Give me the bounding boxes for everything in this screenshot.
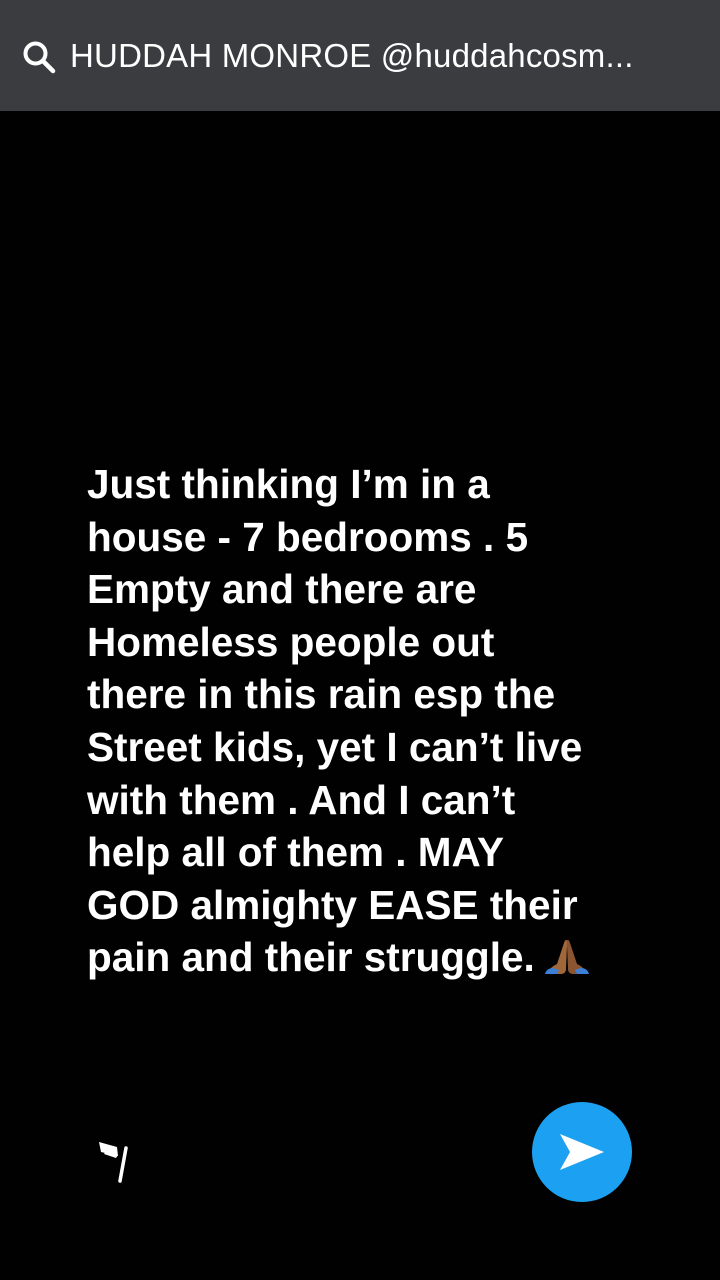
caption-line: Empty and there are: [87, 566, 477, 613]
send-button[interactable]: [532, 1102, 632, 1202]
search-title[interactable]: HUDDAH MONROE @huddahcosm...: [70, 36, 700, 76]
story-screen: HUDDAH MONROE @huddahcosm... Just thinki…: [0, 0, 720, 1280]
folded-hands-emoji-icon: [543, 935, 591, 975]
caption-last-line: pain and their struggle.: [87, 931, 667, 984]
search-icon[interactable]: [22, 40, 56, 74]
caption-line: pain and their struggle.: [87, 934, 535, 981]
send-arrow-icon: [556, 1130, 608, 1174]
caption-line: with them . And I can’t: [87, 776, 516, 823]
caption-line: house - 7 bedrooms . 5: [87, 513, 529, 560]
search-bar[interactable]: HUDDAH MONROE @huddahcosm...: [0, 0, 720, 111]
caption-line: Street kids, yet I can’t live: [87, 723, 583, 770]
caption-line: GOD almighty EASE their: [87, 881, 578, 928]
caption-line: help all of them . MAY: [87, 829, 505, 876]
caption-line: there in this rain esp the: [87, 671, 556, 718]
caption-line: Homeless people out: [87, 618, 495, 665]
flag-icon[interactable]: [96, 1138, 136, 1184]
caption-line: Just thinking I’m in a: [87, 461, 490, 507]
story-caption: Just thinking I’m in a house - 7 bedroom…: [87, 458, 667, 984]
